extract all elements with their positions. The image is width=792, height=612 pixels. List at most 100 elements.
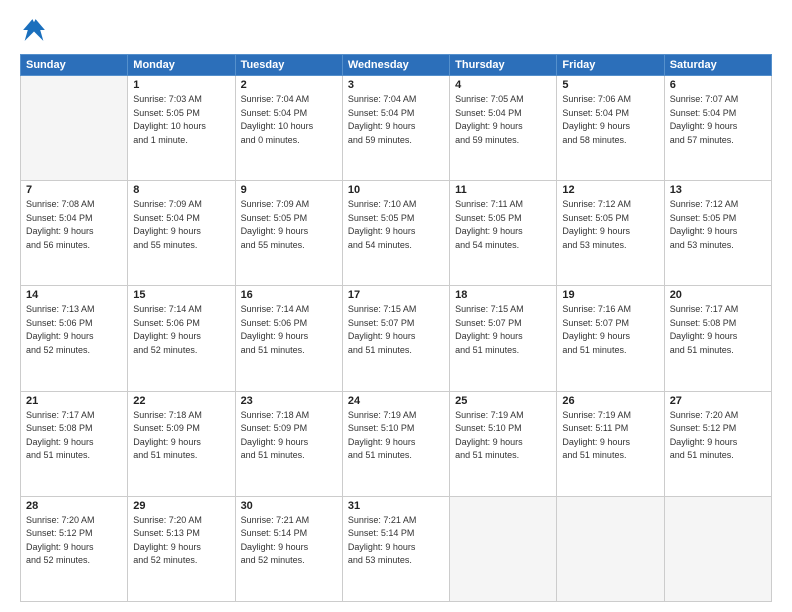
calendar-cell: 15 Sunrise: 7:14 AMSunset: 5:06 PMDayligh… bbox=[128, 286, 235, 391]
day-number: 23 bbox=[241, 395, 337, 407]
day-info: Sunrise: 7:17 AMSunset: 5:08 PMDaylight:… bbox=[26, 409, 122, 463]
day-number: 22 bbox=[133, 395, 229, 407]
calendar-cell: 27Sunrise: 7:20 AMSunset: 5:12 PMDayligh… bbox=[664, 391, 771, 496]
day-info: Sunrise: 7:09 AMSunset: 5:05 PMDaylight:… bbox=[241, 198, 337, 252]
day-number: 4 bbox=[455, 79, 551, 91]
day-number: 24 bbox=[348, 395, 444, 407]
day-info: Sunrise: 7:06 AMSunset: 5:04 PMDaylight:… bbox=[562, 93, 658, 147]
day-info: Sunrise: 7:09 AMSunset: 5:04 PMDaylight:… bbox=[133, 198, 229, 252]
calendar-cell: 3Sunrise: 7:04 AMSunset: 5:04 PMDaylight… bbox=[342, 76, 449, 181]
calendar-cell: 14 Sunrise: 7:13 AMSunset: 5:06 PMDayligh… bbox=[21, 286, 128, 391]
calendar-cell bbox=[557, 496, 664, 601]
day-number: 19 bbox=[562, 289, 658, 301]
calendar-cell: 2 Sunrise: 7:04 AMSunset: 5:04 PMDaylight… bbox=[235, 76, 342, 181]
calendar-cell: 30 Sunrise: 7:21 AMSunset: 5:14 PMDayligh… bbox=[235, 496, 342, 601]
day-number: 2 bbox=[241, 79, 337, 91]
day-info: Sunrise: 7:10 AMSunset: 5:05 PMDaylight:… bbox=[348, 198, 444, 252]
day-info: Sunrise: 7:14 AMSunset: 5:06 PMDaylight:… bbox=[133, 303, 229, 357]
day-info: Sunrise: 7:11 AMSunset: 5:05 PMDaylight:… bbox=[455, 198, 551, 252]
calendar-cell: 9 Sunrise: 7:09 AMSunset: 5:05 PMDaylight… bbox=[235, 181, 342, 286]
calendar-cell: 10Sunrise: 7:10 AMSunset: 5:05 PMDayligh… bbox=[342, 181, 449, 286]
day-number: 17 bbox=[348, 289, 444, 301]
day-info: Sunrise: 7:07 AMSunset: 5:04 PMDaylight:… bbox=[670, 93, 766, 147]
day-info: Sunrise: 7:20 AMSunset: 5:12 PMDaylight:… bbox=[26, 514, 122, 568]
day-info: Sunrise: 7:19 AMSunset: 5:11 PMDaylight:… bbox=[562, 409, 658, 463]
calendar-cell: 26 Sunrise: 7:19 AMSunset: 5:11 PMDayligh… bbox=[557, 391, 664, 496]
day-number: 12 bbox=[562, 184, 658, 196]
week-row-2: 7 Sunrise: 7:08 AMSunset: 5:04 PMDaylight… bbox=[21, 181, 772, 286]
day-info: Sunrise: 7:03 AMSunset: 5:05 PMDaylight:… bbox=[133, 93, 229, 147]
day-info: Sunrise: 7:08 AMSunset: 5:04 PMDaylight:… bbox=[26, 198, 122, 252]
week-row-3: 14 Sunrise: 7:13 AMSunset: 5:06 PMDayligh… bbox=[21, 286, 772, 391]
day-number: 26 bbox=[562, 395, 658, 407]
header-sunday: Sunday bbox=[21, 55, 128, 76]
calendar-header-row: SundayMondayTuesdayWednesdayThursdayFrid… bbox=[21, 55, 772, 76]
day-number: 5 bbox=[562, 79, 658, 91]
logo-icon bbox=[20, 16, 48, 44]
day-number: 21 bbox=[26, 395, 122, 407]
calendar-cell: 11 Sunrise: 7:11 AMSunset: 5:05 PMDayligh… bbox=[450, 181, 557, 286]
calendar-cell: 4Sunrise: 7:05 AMSunset: 5:04 PMDaylight… bbox=[450, 76, 557, 181]
calendar-cell: 17 Sunrise: 7:15 AMSunset: 5:07 PMDayligh… bbox=[342, 286, 449, 391]
day-number: 8 bbox=[133, 184, 229, 196]
page: SundayMondayTuesdayWednesdayThursdayFrid… bbox=[0, 0, 792, 612]
day-number: 15 bbox=[133, 289, 229, 301]
day-info: Sunrise: 7:15 AMSunset: 5:07 PMDaylight:… bbox=[348, 303, 444, 357]
day-number: 28 bbox=[26, 500, 122, 512]
day-info: Sunrise: 7:20 AMSunset: 5:12 PMDaylight:… bbox=[670, 409, 766, 463]
header-saturday: Saturday bbox=[664, 55, 771, 76]
day-info: Sunrise: 7:15 AMSunset: 5:07 PMDaylight:… bbox=[455, 303, 551, 357]
header bbox=[20, 16, 772, 44]
calendar-cell: 5 Sunrise: 7:06 AMSunset: 5:04 PMDaylight… bbox=[557, 76, 664, 181]
day-info: Sunrise: 7:04 AMSunset: 5:04 PMDaylight:… bbox=[348, 93, 444, 147]
day-info: Sunrise: 7:16 AMSunset: 5:07 PMDaylight:… bbox=[562, 303, 658, 357]
calendar-cell: 31 Sunrise: 7:21 AMSunset: 5:14 PMDayligh… bbox=[342, 496, 449, 601]
calendar-cell: 25 Sunrise: 7:19 AMSunset: 5:10 PMDayligh… bbox=[450, 391, 557, 496]
calendar-cell: 22 Sunrise: 7:18 AMSunset: 5:09 PMDayligh… bbox=[128, 391, 235, 496]
day-number: 18 bbox=[455, 289, 551, 301]
day-info: Sunrise: 7:14 AMSunset: 5:06 PMDaylight:… bbox=[241, 303, 337, 357]
day-number: 29 bbox=[133, 500, 229, 512]
calendar-cell: 1 Sunrise: 7:03 AMSunset: 5:05 PMDaylight… bbox=[128, 76, 235, 181]
calendar-cell: 16Sunrise: 7:14 AMSunset: 5:06 PMDayligh… bbox=[235, 286, 342, 391]
calendar-table: SundayMondayTuesdayWednesdayThursdayFrid… bbox=[20, 54, 772, 602]
day-number: 31 bbox=[348, 500, 444, 512]
calendar-cell: 20 Sunrise: 7:17 AMSunset: 5:08 PMDayligh… bbox=[664, 286, 771, 391]
week-row-1: 1 Sunrise: 7:03 AMSunset: 5:05 PMDaylight… bbox=[21, 76, 772, 181]
day-info: Sunrise: 7:18 AMSunset: 5:09 PMDaylight:… bbox=[133, 409, 229, 463]
day-info: Sunrise: 7:20 AMSunset: 5:13 PMDaylight:… bbox=[133, 514, 229, 568]
day-info: Sunrise: 7:21 AMSunset: 5:14 PMDaylight:… bbox=[348, 514, 444, 568]
day-info: Sunrise: 7:13 AMSunset: 5:06 PMDaylight:… bbox=[26, 303, 122, 357]
calendar-cell: 19 Sunrise: 7:16 AMSunset: 5:07 PMDayligh… bbox=[557, 286, 664, 391]
calendar-cell: 18 Sunrise: 7:15 AMSunset: 5:07 PMDayligh… bbox=[450, 286, 557, 391]
day-number: 7 bbox=[26, 184, 122, 196]
header-monday: Monday bbox=[128, 55, 235, 76]
day-info: Sunrise: 7:17 AMSunset: 5:08 PMDaylight:… bbox=[670, 303, 766, 357]
day-number: 1 bbox=[133, 79, 229, 91]
calendar-cell bbox=[450, 496, 557, 601]
day-number: 11 bbox=[455, 184, 551, 196]
header-friday: Friday bbox=[557, 55, 664, 76]
calendar-cell: 28 Sunrise: 7:20 AMSunset: 5:12 PMDayligh… bbox=[21, 496, 128, 601]
calendar-cell: 12Sunrise: 7:12 AMSunset: 5:05 PMDayligh… bbox=[557, 181, 664, 286]
calendar-cell: 29 Sunrise: 7:20 AMSunset: 5:13 PMDayligh… bbox=[128, 496, 235, 601]
day-number: 25 bbox=[455, 395, 551, 407]
day-info: Sunrise: 7:21 AMSunset: 5:14 PMDaylight:… bbox=[241, 514, 337, 568]
day-info: Sunrise: 7:19 AMSunset: 5:10 PMDaylight:… bbox=[455, 409, 551, 463]
day-number: 14 bbox=[26, 289, 122, 301]
calendar-cell: 13Sunrise: 7:12 AMSunset: 5:05 PMDayligh… bbox=[664, 181, 771, 286]
calendar-cell bbox=[664, 496, 771, 601]
day-info: Sunrise: 7:04 AMSunset: 5:04 PMDaylight:… bbox=[241, 93, 337, 147]
day-info: Sunrise: 7:19 AMSunset: 5:10 PMDaylight:… bbox=[348, 409, 444, 463]
day-number: 9 bbox=[241, 184, 337, 196]
calendar-cell: 21 Sunrise: 7:17 AMSunset: 5:08 PMDayligh… bbox=[21, 391, 128, 496]
calendar-cell: 24 Sunrise: 7:19 AMSunset: 5:10 PMDayligh… bbox=[342, 391, 449, 496]
day-number: 6 bbox=[670, 79, 766, 91]
calendar-cell: 7 Sunrise: 7:08 AMSunset: 5:04 PMDaylight… bbox=[21, 181, 128, 286]
day-info: Sunrise: 7:18 AMSunset: 5:09 PMDaylight:… bbox=[241, 409, 337, 463]
day-number: 13 bbox=[670, 184, 766, 196]
day-number: 20 bbox=[670, 289, 766, 301]
day-number: 30 bbox=[241, 500, 337, 512]
header-tuesday: Tuesday bbox=[235, 55, 342, 76]
week-row-5: 28 Sunrise: 7:20 AMSunset: 5:12 PMDayligh… bbox=[21, 496, 772, 601]
